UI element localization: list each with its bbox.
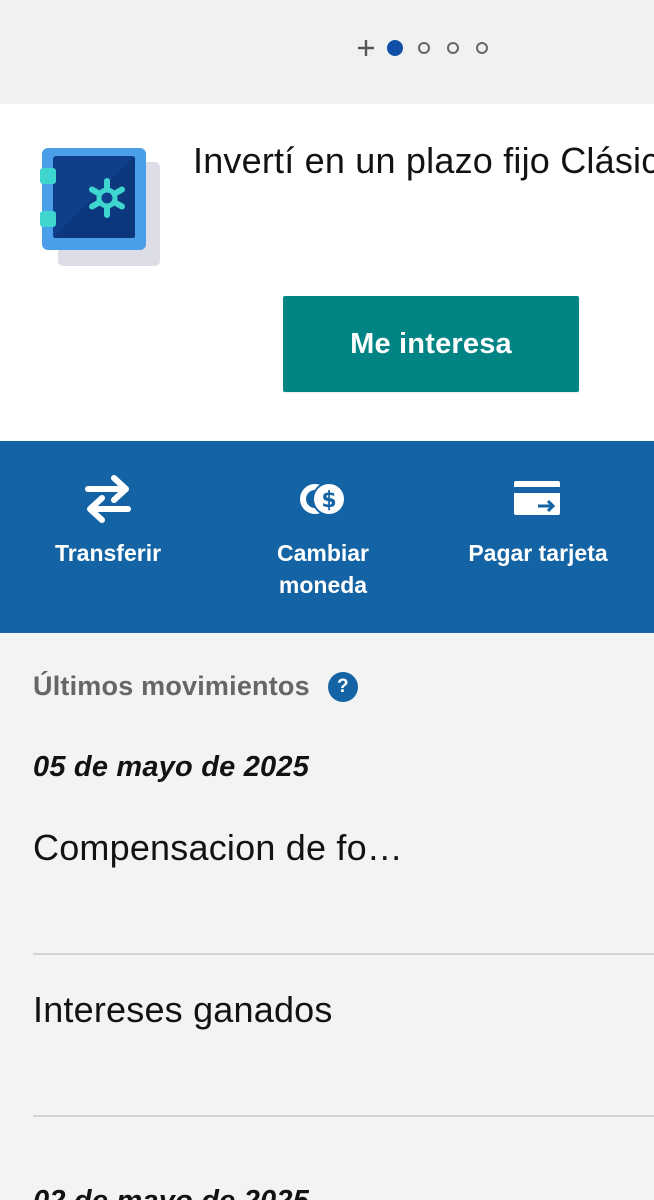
currency-exchange-label: Cambiar moneda <box>242 537 404 601</box>
promo-title: Invertí en un plazo fijo Clásico <box>193 140 654 181</box>
carousel-dot-1[interactable] <box>387 40 403 56</box>
movements-heading: Últimos movimientos ? <box>33 671 358 702</box>
transfer-label: Transferir <box>20 537 196 569</box>
help-icon[interactable]: ? <box>327 671 358 702</box>
movement-item[interactable]: Compensacion de fo… <box>33 827 403 869</box>
carousel-dot-2[interactable] <box>418 42 430 54</box>
svg-text:$: $ <box>321 488 336 513</box>
carousel-dot-3[interactable] <box>447 42 459 54</box>
currency-exchange-label-line2: moneda <box>278 572 368 598</box>
movements-heading-text: Últimos movimientos <box>33 671 310 701</box>
divider <box>33 1115 654 1117</box>
pay-card-label-line1: Pagar tarjeta <box>468 540 608 566</box>
movement-date: 05 de mayo de 2025 <box>33 751 310 783</box>
me-interesa-button[interactable]: Me interesa <box>283 296 579 392</box>
carousel-dot-4[interactable] <box>476 42 488 54</box>
currency-exchange-icon: $ <box>297 475 349 523</box>
promo-card: Invertí en un plazo fijo Clásico Me inte… <box>0 104 654 441</box>
quick-actions-bar: Transferir $ Cambiar moneda Pagar tarjet… <box>0 441 654 633</box>
movement-item[interactable]: Intereses ganados <box>33 989 333 1031</box>
currency-exchange-label-line1: Cambiar <box>276 540 370 566</box>
plus-icon[interactable] <box>354 36 378 60</box>
divider <box>33 953 654 955</box>
transfer-label-line1: Transferir <box>54 540 162 566</box>
credit-card-payment-icon <box>512 475 564 523</box>
top-bar <box>0 0 654 104</box>
movement-date: 02 de mayo de 2025 <box>33 1185 309 1200</box>
pay-card-action[interactable]: Pagar tarjeta <box>448 441 628 633</box>
pay-card-label: Pagar tarjeta <box>448 537 628 569</box>
transfer-action[interactable]: Transferir <box>20 441 196 633</box>
currency-exchange-action[interactable]: $ Cambiar moneda <box>242 441 404 633</box>
latest-movements-section: Últimos movimientos ? 05 de mayo de 2025… <box>0 633 654 1200</box>
safe-icon <box>40 146 164 272</box>
carousel-pager <box>354 36 505 60</box>
transfer-arrows-icon <box>82 475 134 523</box>
